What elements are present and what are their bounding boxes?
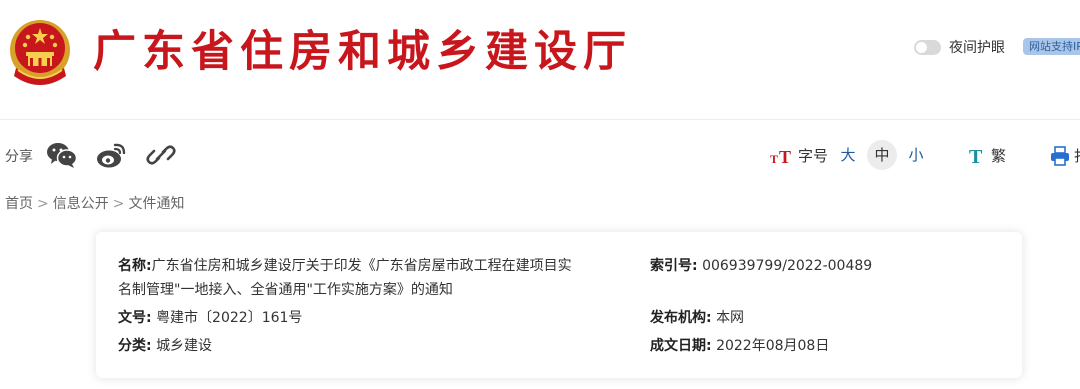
ipv6-support-badge: 网站支持IPv6 xyxy=(1023,38,1080,55)
font-size-label: 字号 xyxy=(798,147,829,165)
doc-name-value-line1: 广东省住房和城乡建设厅关于印发《广东省房屋市政工程在建项目实 xyxy=(151,258,572,274)
font-size-control: T T 字号 xyxy=(770,145,828,166)
font-size-small[interactable]: 小 xyxy=(901,140,931,170)
index-number-key: 索引号: xyxy=(650,258,698,274)
doc-number-field: 文号: 粤建市〔2022〕161号 xyxy=(118,306,302,330)
print-button[interactable]: 打 xyxy=(1050,145,1080,166)
doc-name-value-line2: 名制管理"一地接入、全省通用"工作实施方案》的通知 xyxy=(118,282,453,298)
breadcrumb-home[interactable]: 首页 xyxy=(5,196,33,212)
document-info-card: 名称:广东省住房和城乡建设厅关于印发《广东省房屋市政工程在建项目实 名制管理"一… xyxy=(96,232,1022,378)
night-mode-toggle[interactable]: 夜间护眼 xyxy=(914,37,1005,57)
svg-text:T: T xyxy=(969,146,983,166)
print-label: 打 xyxy=(1074,145,1080,166)
site-header: 广东省住房和城乡建设厅 夜间护眼 网站支持IPv6 xyxy=(0,0,1080,120)
night-mode-label: 夜间护眼 xyxy=(949,40,1005,56)
font-size-medium[interactable]: 中 xyxy=(867,140,897,170)
doc-date-field: 成文日期: 2022年08月08日 xyxy=(650,334,829,358)
print-icon xyxy=(1051,145,1069,166)
breadcrumb-info-public[interactable]: 信息公开 xyxy=(53,196,109,212)
breadcrumb-separator: > xyxy=(112,196,125,212)
traditional-icon: T xyxy=(969,146,983,166)
doc-date-value: 2022年08月08日 xyxy=(716,338,830,354)
doc-name-field: 名称:广东省住房和城乡建设厅关于印发《广东省房屋市政工程在建项目实 名制管理"一… xyxy=(118,254,628,302)
category-key: 分类: xyxy=(118,338,152,354)
index-number-field: 索引号: 006939799/2022-00489 xyxy=(650,254,872,278)
breadcrumb: 首页 > 信息公开 > 文件通知 xyxy=(5,193,184,213)
font-size-large[interactable]: 大 xyxy=(833,140,863,170)
svg-text:T: T xyxy=(779,147,791,165)
national-emblem-icon xyxy=(10,20,70,85)
doc-number-value: 粤建市〔2022〕161号 xyxy=(156,310,303,326)
breadcrumb-file-notice[interactable]: 文件通知 xyxy=(128,196,184,212)
category-value: 城乡建设 xyxy=(156,338,213,354)
svg-text:T: T xyxy=(770,152,778,165)
publisher-key: 发布机构: xyxy=(650,310,712,326)
category-field: 分类: 城乡建设 xyxy=(118,334,212,358)
traditional-label: 繁 xyxy=(991,147,1007,165)
site-title[interactable]: 广东省住房和城乡建设厅 xyxy=(93,22,632,82)
toggle-switch[interactable] xyxy=(914,39,941,55)
doc-name-key: 名称: xyxy=(118,258,152,274)
doc-number-key: 文号: xyxy=(118,310,152,326)
traditional-chinese-button[interactable]: T 繁 xyxy=(967,145,1006,166)
publisher-field: 发布机构: 本网 xyxy=(650,306,744,330)
page-tools: T T 字号 大 中 小 T 繁 打 xyxy=(0,138,1080,172)
font-size-icon: T T xyxy=(770,147,791,165)
doc-date-key: 成文日期: xyxy=(650,338,712,354)
publisher-value: 本网 xyxy=(716,310,745,326)
breadcrumb-separator: > xyxy=(37,196,49,212)
index-number-value: 006939799/2022-00489 xyxy=(702,258,873,274)
